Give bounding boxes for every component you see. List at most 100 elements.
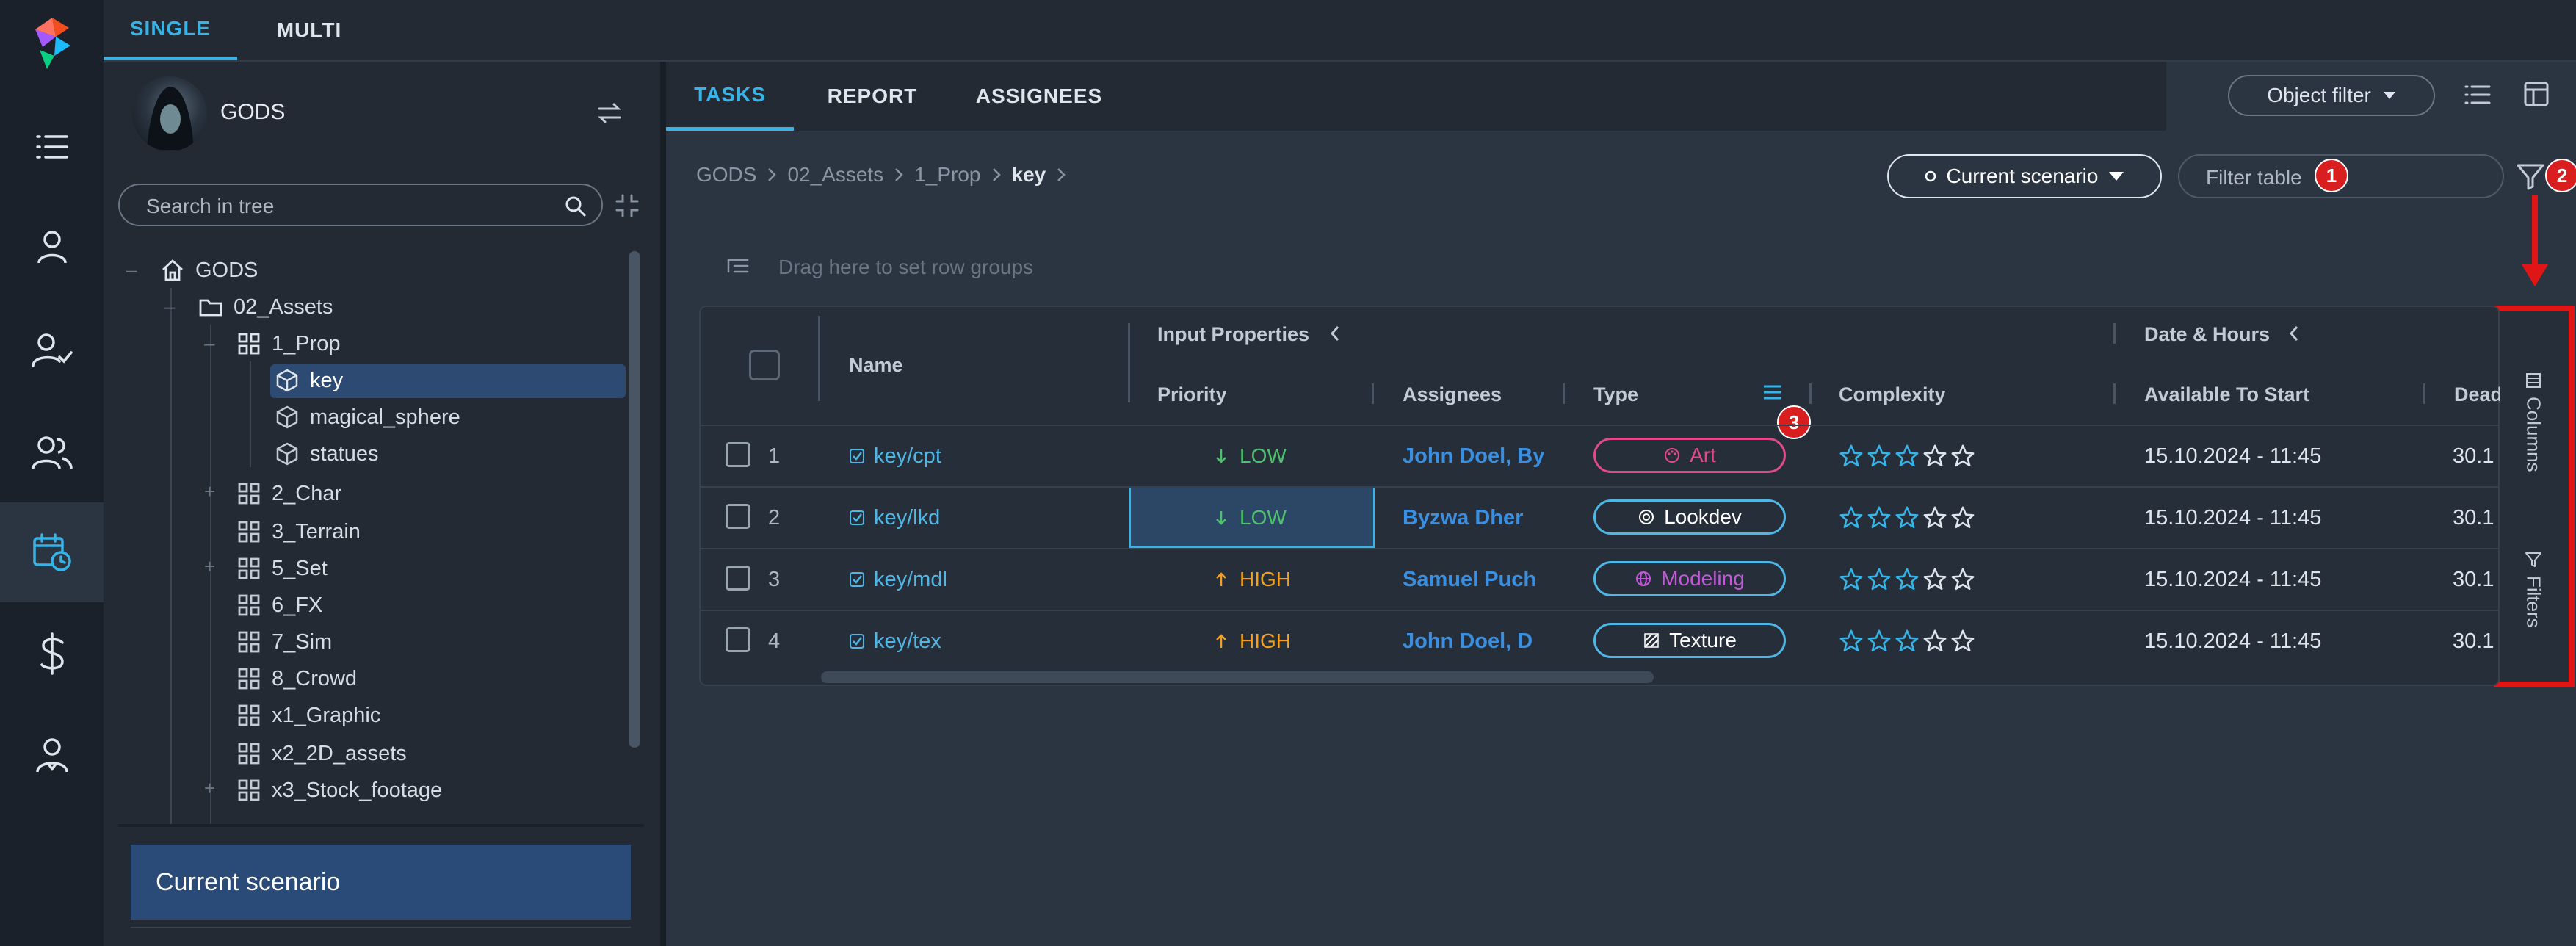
tab-multi[interactable]: MULTI	[242, 0, 376, 60]
priority-cell[interactable]: HIGH	[1215, 549, 1291, 610]
list-view-icon[interactable]	[2464, 84, 2491, 106]
table-row[interactable]: 1 key/cpt LOW John Doel, By Art 15.10.20…	[701, 425, 2500, 485]
star-icon[interactable]	[1895, 505, 1920, 530]
row-checkbox[interactable]	[726, 442, 750, 467]
assignees-cell[interactable]: John Doel, D	[1403, 611, 1557, 671]
panel-divider[interactable]	[660, 62, 666, 946]
select-all-checkbox[interactable]	[749, 350, 780, 380]
assignees-cell[interactable]: Samuel Puch	[1403, 549, 1557, 610]
star-icon[interactable]	[1922, 629, 1947, 654]
column-header-deadline[interactable]: Dead	[2454, 383, 2503, 406]
columns-panel-button[interactable]: Columns	[2516, 372, 2551, 489]
tree-node-group[interactable]: x2_2D_assets	[236, 736, 407, 771]
star-icon[interactable]	[1839, 629, 1864, 654]
star-icon[interactable]	[1839, 444, 1864, 469]
complexity-stars[interactable]	[1839, 488, 1975, 548]
tree-collapse-toggle[interactable]: –	[204, 332, 214, 355]
table-row[interactable]: 2 key/lkd LOW Byzwa Dher Lookdev 15.10.2…	[701, 486, 2500, 546]
star-icon[interactable]	[1950, 505, 1975, 530]
tree-node-group[interactable]: 8_Crowd	[236, 661, 357, 696]
tree-search-input[interactable]: Search in tree	[118, 184, 603, 226]
object-filter-dropdown[interactable]: Object filter	[2228, 75, 2435, 116]
filters-panel-button[interactable]: Filters	[2516, 551, 2551, 654]
collapse-group-icon[interactable]	[2288, 325, 2300, 342]
app-logo-icon[interactable]	[26, 15, 78, 73]
task-name-link[interactable]: key/mdl	[849, 549, 947, 610]
calendar-clock-icon[interactable]	[0, 502, 104, 602]
row-checkbox[interactable]	[726, 504, 750, 529]
type-tag-lookdev[interactable]: Lookdev	[1593, 499, 1786, 535]
column-header-assignees[interactable]: Assignees	[1403, 383, 1502, 406]
column-header-priority[interactable]: Priority	[1157, 383, 1227, 406]
tree-node-group[interactable]: 7_Sim	[236, 624, 332, 660]
row-checkbox[interactable]	[726, 566, 750, 591]
star-icon[interactable]	[1867, 505, 1892, 530]
user-check-icon[interactable]	[0, 300, 104, 400]
priority-cell[interactable]: HIGH	[1215, 611, 1291, 671]
tree-node-magical-sphere[interactable]: magical_sphere	[275, 400, 460, 435]
complexity-stars[interactable]	[1839, 549, 1975, 610]
user-icon[interactable]	[0, 197, 104, 297]
breadcrumb-item[interactable]: 02_Assets	[787, 163, 883, 187]
support-user-icon[interactable]	[0, 705, 104, 805]
task-name-link[interactable]: key/cpt	[849, 426, 941, 486]
breadcrumb-item[interactable]: 1_Prop	[914, 163, 980, 187]
tab-single[interactable]: SINGLE	[104, 0, 237, 60]
tab-report[interactable]: REPORT	[808, 62, 937, 131]
tree-node-key[interactable]: key	[275, 363, 343, 398]
tab-assignees[interactable]: ASSIGNEES	[962, 62, 1116, 131]
assignees-cell[interactable]: Byzwa Dher	[1403, 488, 1557, 548]
tree-node-group[interactable]: 3_Terrain	[236, 514, 361, 549]
group-header-date-hours[interactable]: Date & Hours	[2144, 323, 2270, 346]
tree-scrollbar[interactable]	[629, 251, 640, 748]
complexity-stars[interactable]	[1839, 611, 1975, 671]
star-icon[interactable]	[1922, 444, 1947, 469]
tree-node-prop[interactable]: 1_Prop	[236, 326, 341, 361]
star-icon[interactable]	[1867, 629, 1892, 654]
tree-collapse-toggle[interactable]: –	[126, 259, 137, 281]
tree-node-group[interactable]: x1_Graphic	[236, 698, 380, 733]
column-header-available[interactable]: Available To Start	[2144, 383, 2309, 406]
group-header-input-properties[interactable]: Input Properties	[1157, 323, 1309, 346]
switch-project-icon[interactable]	[596, 100, 623, 126]
table-row[interactable]: 3 key/mdl HIGH Samuel Puch Modeling 15.1…	[701, 548, 2500, 608]
task-name-link[interactable]: key/tex	[849, 611, 941, 671]
star-icon[interactable]	[1895, 629, 1920, 654]
collapse-group-icon[interactable]	[1329, 325, 1341, 342]
task-name-link[interactable]: key/lkd	[849, 488, 940, 548]
star-icon[interactable]	[1895, 444, 1920, 469]
priority-cell[interactable]: LOW	[1215, 488, 1287, 548]
current-scenario-panel[interactable]: Current scenario	[131, 845, 631, 920]
collapse-tree-icon[interactable]	[614, 192, 640, 219]
star-icon[interactable]	[1867, 567, 1892, 592]
users-group-icon[interactable]	[0, 402, 104, 502]
tree-node-statues[interactable]: statues	[275, 436, 379, 472]
column-menu-icon[interactable]	[1762, 383, 1783, 401]
star-icon[interactable]	[1839, 567, 1864, 592]
table-row[interactable]: 4 key/tex HIGH John Doel, D Texture 15.1…	[701, 610, 2500, 670]
star-icon[interactable]	[1839, 505, 1864, 530]
star-icon[interactable]	[1922, 567, 1947, 592]
assignees-cell[interactable]: John Doel, By	[1403, 426, 1557, 486]
tree-expand-toggle[interactable]: +	[204, 777, 215, 800]
tasks-list-icon[interactable]	[0, 97, 104, 197]
column-header-type[interactable]: Type	[1593, 383, 1638, 406]
tree-node-group[interactable]: 5_Set	[236, 551, 328, 586]
tree-expand-toggle[interactable]: +	[204, 555, 215, 578]
star-icon[interactable]	[1867, 444, 1892, 469]
tab-tasks[interactable]: TASKS	[666, 62, 794, 131]
tree-node-group[interactable]: x3_Stock_footage	[236, 773, 442, 808]
tree-expand-toggle[interactable]: +	[204, 480, 215, 503]
tree-node-group[interactable]: 2_Char	[236, 476, 341, 511]
tree-node-assets[interactable]: 02_Assets	[198, 289, 333, 325]
table-horizontal-scrollbar[interactable]	[821, 671, 1654, 683]
star-icon[interactable]	[1950, 444, 1975, 469]
type-tag-texture[interactable]: Texture	[1593, 623, 1786, 658]
column-header-name[interactable]: Name	[849, 354, 903, 377]
priority-cell[interactable]: LOW	[1215, 426, 1287, 486]
column-header-complexity[interactable]: Complexity	[1839, 383, 1946, 406]
breadcrumb-item[interactable]: GODS	[696, 163, 756, 187]
row-checkbox[interactable]	[726, 627, 750, 652]
layout-panel-icon[interactable]	[2523, 81, 2550, 107]
type-tag-modeling[interactable]: Modeling	[1593, 561, 1786, 596]
